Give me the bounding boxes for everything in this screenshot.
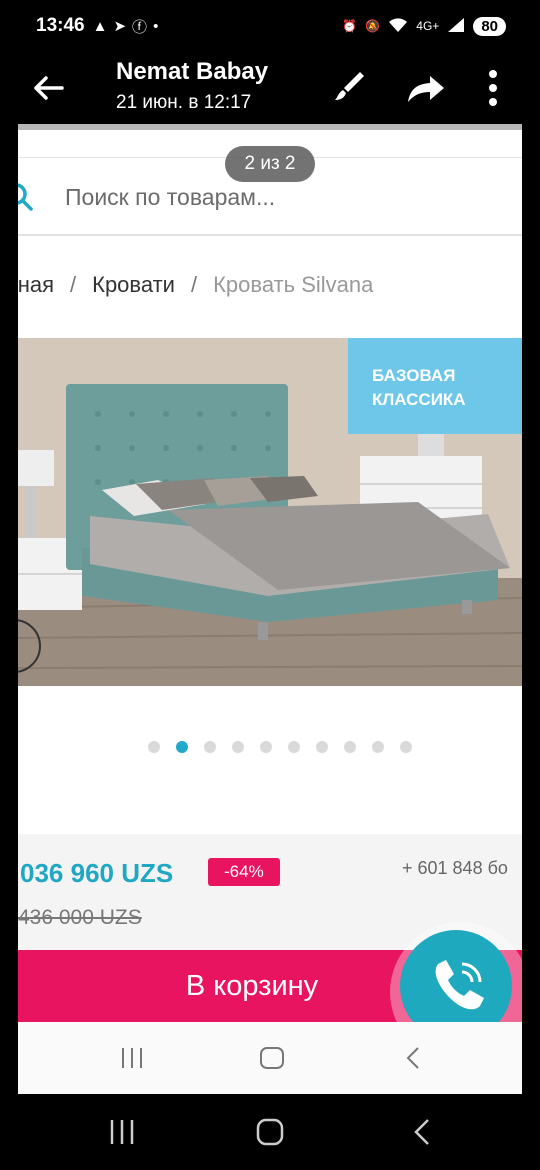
breadcrumb-separator: /: [70, 272, 77, 297]
back-nav-button[interactable]: [402, 1112, 442, 1152]
gallery-dot[interactable]: [148, 741, 160, 753]
recent-apps-icon: [122, 1048, 142, 1068]
network-label: 4G+: [416, 19, 440, 33]
signal-icon: [447, 17, 465, 36]
back-button[interactable]: [26, 66, 70, 110]
breadcrumb: вная / Кровати / Кровать Silvana: [18, 272, 373, 298]
alarm-icon: ⏰: [342, 19, 358, 33]
warning-icon: ▲: [92, 17, 108, 35]
edit-button[interactable]: [330, 66, 370, 106]
image-counter: 2 из 2: [225, 146, 315, 182]
search-input[interactable]: Поиск по товарам...: [65, 184, 275, 211]
gallery-dot[interactable]: [204, 741, 216, 753]
wifi-icon: [388, 17, 408, 36]
battery-indicator: 80: [473, 16, 506, 36]
gallery-dot[interactable]: [288, 741, 300, 753]
current-price: 036 960 UZS: [20, 858, 174, 888]
status-bar: 13:46 ▲ ➤ ⓕ • ⏰ 🔕 4G+ 80: [0, 0, 540, 52]
facebook-icon: ⓕ: [132, 18, 148, 36]
message-timestamp: 21 июн. в 12:17: [116, 92, 252, 113]
more-notifications-icon: •: [153, 17, 159, 35]
badge-line-2: КЛАССИКА: [372, 390, 466, 409]
bonus-points: + 601 848 бо: [402, 858, 508, 878]
breadcrumb-separator: /: [190, 272, 198, 297]
home-icon: [260, 1047, 284, 1069]
recent-apps-button[interactable]: [102, 1112, 142, 1152]
old-price: 436 000 UZS: [18, 906, 142, 929]
gallery-pagination: [148, 741, 412, 753]
gallery-dot[interactable]: [344, 741, 356, 753]
telegram-icon: ➤: [113, 18, 127, 35]
home-button[interactable]: [250, 1112, 290, 1152]
gallery-dot[interactable]: [260, 741, 272, 753]
search-icon: [18, 183, 33, 211]
sender-name: Nemat Babay: [116, 58, 269, 85]
viewer-app-bar: Nemat Babay 21 июн. в 12:17: [0, 52, 540, 124]
breadcrumb-item-home[interactable]: вная: [18, 272, 54, 297]
paint-brush-icon: [335, 72, 364, 100]
arrow-left-icon: [34, 76, 64, 100]
breadcrumb-item-current: Кровать Silvana: [213, 272, 374, 297]
forward-button[interactable]: [404, 66, 448, 110]
gallery-dot[interactable]: [372, 741, 384, 753]
gallery-dot[interactable]: [232, 741, 244, 753]
screenshot-nav-bar: [18, 1022, 522, 1094]
status-right-icons: ⏰ 🔕 4G+ 80: [342, 16, 506, 36]
more-options-button[interactable]: [478, 64, 508, 112]
share-icon: [408, 76, 444, 102]
back-icon: [406, 1047, 419, 1069]
product-badge: БАЗОВАЯ КЛАССИКА: [348, 338, 522, 434]
gallery-dot[interactable]: [400, 741, 412, 753]
status-time: 13:46: [36, 15, 85, 36]
system-nav-bar: [0, 1094, 540, 1170]
discount-badge: -64%: [208, 858, 280, 886]
browser-toolbar-strip: [18, 124, 522, 130]
gallery-dot[interactable]: [316, 741, 328, 753]
shared-screenshot[interactable]: Поиск по товарам... вная / Кровати / Кровать…: [18, 124, 522, 1094]
breadcrumb-item-beds[interactable]: Кровати: [92, 272, 175, 297]
product-photo[interactable]: БАЗОВАЯ КЛАССИКА: [18, 338, 522, 686]
status-notification-icons: ▲ ➤ ⓕ •: [93, 16, 159, 37]
mute-icon: 🔕: [365, 19, 381, 33]
gallery-dot[interactable]: [176, 741, 188, 753]
badge-line-1: БАЗОВАЯ: [372, 366, 456, 385]
more-vertical-icon: [489, 70, 497, 106]
